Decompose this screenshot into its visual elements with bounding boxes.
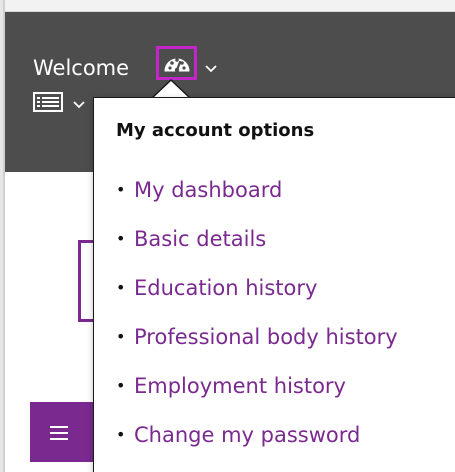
bullet: •	[116, 425, 126, 444]
list-item: • Change my password	[116, 423, 398, 472]
list-item: • My dashboard	[116, 178, 398, 227]
education-history-link[interactable]: Education history	[134, 276, 317, 300]
page: Welcome My account options • My dashboar…	[0, 0, 455, 472]
hamburger-menu-button[interactable]	[30, 402, 100, 462]
chevron-down-icon[interactable]	[73, 94, 85, 113]
change-password-link[interactable]: Change my password	[134, 423, 360, 447]
basic-details-link[interactable]: Basic details	[134, 227, 266, 251]
list-item: • Professional body history	[116, 325, 398, 374]
list-item: • Education history	[116, 276, 398, 325]
account-options-dropdown: My account options • My dashboard • Basi…	[93, 97, 455, 472]
window-frame-top	[0, 0, 455, 12]
list-icon	[33, 92, 63, 112]
bullet: •	[116, 180, 126, 199]
account-options-list: • My dashboard • Basic details • Educati…	[116, 178, 398, 472]
professional-body-history-link[interactable]: Professional body history	[134, 325, 398, 349]
dropdown-title: My account options	[116, 120, 315, 141]
bullet: •	[116, 229, 126, 248]
list-menu-button[interactable]	[33, 92, 67, 114]
dashboard-button[interactable]	[156, 46, 197, 80]
list-item: • Basic details	[116, 227, 398, 276]
bullet: •	[116, 327, 126, 346]
bullet: •	[116, 376, 126, 395]
employment-history-link[interactable]: Employment history	[134, 374, 346, 398]
dashboard-gauge-icon	[163, 58, 190, 73]
my-dashboard-link[interactable]: My dashboard	[134, 178, 282, 202]
hamburger-icon	[50, 426, 68, 440]
chevron-down-icon[interactable]	[205, 58, 217, 77]
welcome-text: Welcome	[33, 56, 130, 80]
bullet: •	[116, 278, 126, 297]
list-item: • Employment history	[116, 374, 398, 423]
